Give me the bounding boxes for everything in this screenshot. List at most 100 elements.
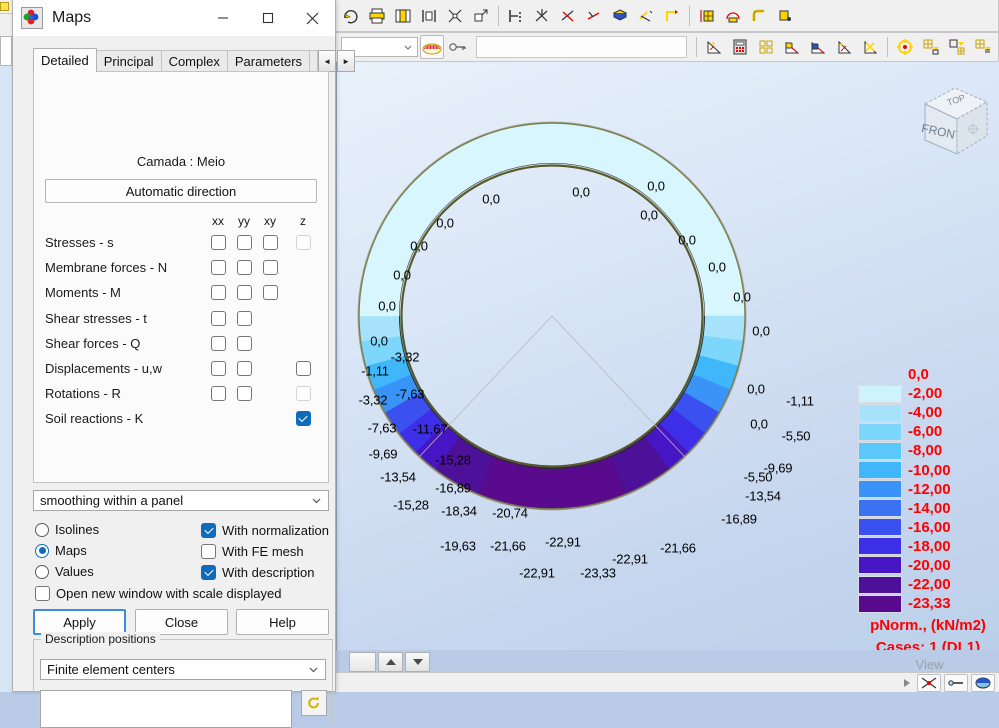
checkbox-shear-xx[interactable] <box>210 335 226 351</box>
map-value-label: 0,0 <box>378 298 396 314</box>
checkbox-membrane-xx[interactable] <box>210 260 226 276</box>
description-refresh-button[interactable] <box>301 690 327 716</box>
left-edge-canvas <box>0 66 12 692</box>
tab-label: Detailed <box>41 53 89 68</box>
render-view-icon[interactable] <box>971 673 995 692</box>
radio-maps[interactable]: Maps <box>35 543 87 558</box>
solid-view-icon[interactable] <box>608 4 632 28</box>
grid-cell <box>231 310 257 326</box>
automatic-direction-button[interactable]: Automatic direction <box>45 179 317 203</box>
tab-page-detailed: Camada : Meio Automatic direction xx yy xy… <box>33 71 329 483</box>
check-with-fe-mesh-label: With FE mesh <box>222 544 304 559</box>
checkbox-shear-yy[interactable] <box>236 310 252 326</box>
checkbox-shear-yy[interactable] <box>236 335 252 351</box>
help-button[interactable]: Help <box>236 609 329 635</box>
tab-scroll-prev-button[interactable]: ◄ <box>318 50 337 72</box>
legend-swatch <box>858 461 902 480</box>
checkbox-stresses-xy[interactable] <box>262 235 278 251</box>
grid-snap-icon[interactable] <box>919 35 943 59</box>
checkbox-displacements-xx[interactable] <box>210 361 226 377</box>
checkbox-displacements-yy[interactable] <box>236 361 252 377</box>
check-with-description[interactable]: With description <box>201 565 314 580</box>
print-icon[interactable] <box>365 4 389 28</box>
load-diagram-icon[interactable] <box>419 35 444 59</box>
maximize-button[interactable] <box>245 0 290 36</box>
checkbox-stresses-yy[interactable] <box>236 235 252 251</box>
radio-isolines[interactable]: Isolines <box>35 522 99 537</box>
play-arrow-icon[interactable] <box>900 675 914 691</box>
map-value-label: -22,91 <box>519 565 555 581</box>
grid-column-header-xy: xy <box>264 214 276 228</box>
grid-snap2-icon[interactable] <box>945 35 969 59</box>
minimize-button[interactable] <box>200 0 245 36</box>
grid-row: Shear stresses - t <box>45 306 323 331</box>
grid-cell <box>205 386 231 402</box>
contour-icon[interactable] <box>832 35 856 59</box>
checkbox-rotations-yy[interactable] <box>236 386 252 402</box>
target-icon[interactable] <box>893 35 917 59</box>
check-with-normalization[interactable]: With normalization <box>201 523 329 538</box>
check-with-fe-mesh[interactable]: With FE mesh <box>201 544 304 559</box>
tab-complex[interactable]: Complex <box>160 50 228 72</box>
rotate-icon[interactable] <box>339 4 363 28</box>
description-text-input[interactable] <box>40 690 292 728</box>
description-positions-combo-value: Finite element centers <box>47 662 175 677</box>
spinner-up-button[interactable] <box>378 652 403 672</box>
checkbox-soil-z[interactable] <box>295 411 311 427</box>
snap-icon[interactable] <box>443 4 467 28</box>
lock-map2-icon[interactable] <box>806 35 830 59</box>
check-open-new-window[interactable]: Open new window with scale displayed <box>35 586 281 601</box>
toolbar-blank-field[interactable] <box>475 36 687 58</box>
angle-map-icon[interactable] <box>702 35 726 59</box>
spinner-down-button[interactable] <box>405 652 430 672</box>
checkbox-moments-yy[interactable] <box>236 285 252 301</box>
align-left-icon[interactable] <box>504 4 528 28</box>
section-icon[interactable] <box>634 4 658 28</box>
key-icon[interactable] <box>446 35 470 59</box>
smoothing-combo[interactable]: smoothing within a panel <box>33 490 329 511</box>
beam-icon[interactable] <box>944 673 968 692</box>
close-button[interactable] <box>290 0 335 36</box>
mesh-icon[interactable] <box>754 35 778 59</box>
tab-parameters[interactable]: Parameters <box>226 50 311 72</box>
mirror-icon[interactable] <box>417 4 441 28</box>
checkbox-membrane-yy[interactable] <box>236 260 252 276</box>
lock-map-icon[interactable] <box>780 35 804 59</box>
axis-cross-icon[interactable] <box>530 4 554 28</box>
description-positions-combo[interactable]: Finite element centers <box>40 659 326 680</box>
navigation-cube[interactable]: TOP FRONT <box>903 74 999 170</box>
resize-icon[interactable] <box>469 4 493 28</box>
drawing-canvas[interactable]: 0,0 0,0 0,0 0,0 0,0 0,0 0,0 0,0 0,0 0,0 0,0 0,0 0,0 0… <box>336 62 999 650</box>
checkbox-rotations-xx[interactable] <box>210 386 226 402</box>
tab-scroll-next-button[interactable]: ► <box>337 50 356 72</box>
support-icon[interactable] <box>773 4 797 28</box>
checkbox-membrane-xy[interactable] <box>262 260 278 276</box>
left-edge-input[interactable] <box>0 36 12 66</box>
grid-snap3-icon[interactable] <box>971 35 995 59</box>
map-value-label: -21,66 <box>490 538 526 554</box>
map-value-label: -13,54 <box>745 488 781 504</box>
bend-icon[interactable] <box>747 4 771 28</box>
axis-diagonal-icon[interactable] <box>556 4 580 28</box>
tab-detailed[interactable]: Detailed <box>33 48 97 72</box>
corner-icon[interactable] <box>660 4 684 28</box>
dialog-titlebar[interactable]: Maps <box>13 0 335 36</box>
checkbox-stresses-xx[interactable] <box>210 235 226 251</box>
checkbox-moments-xy[interactable] <box>262 285 278 301</box>
radio-values[interactable]: Values <box>35 564 94 579</box>
grid-extrude-icon[interactable] <box>695 4 719 28</box>
calculator-icon[interactable] <box>728 35 752 59</box>
checkbox-displacements-z[interactable] <box>295 361 311 377</box>
tab-s[interactable]: S <box>309 50 319 72</box>
spinner-group <box>349 652 430 672</box>
checkbox-shear-xx[interactable] <box>210 310 226 326</box>
arc-load-icon[interactable] <box>721 4 745 28</box>
checkbox-moments-xx[interactable] <box>210 285 226 301</box>
split-vertical-icon[interactable] <box>391 4 415 28</box>
map-value-label: 0,0 <box>647 178 665 194</box>
map-value-label: -5,50 <box>781 428 811 444</box>
section-cut-icon[interactable] <box>917 673 941 692</box>
tab-principal[interactable]: Principal <box>95 50 162 72</box>
cross-map-icon[interactable] <box>858 35 882 59</box>
axis-slope-icon[interactable] <box>582 4 606 28</box>
